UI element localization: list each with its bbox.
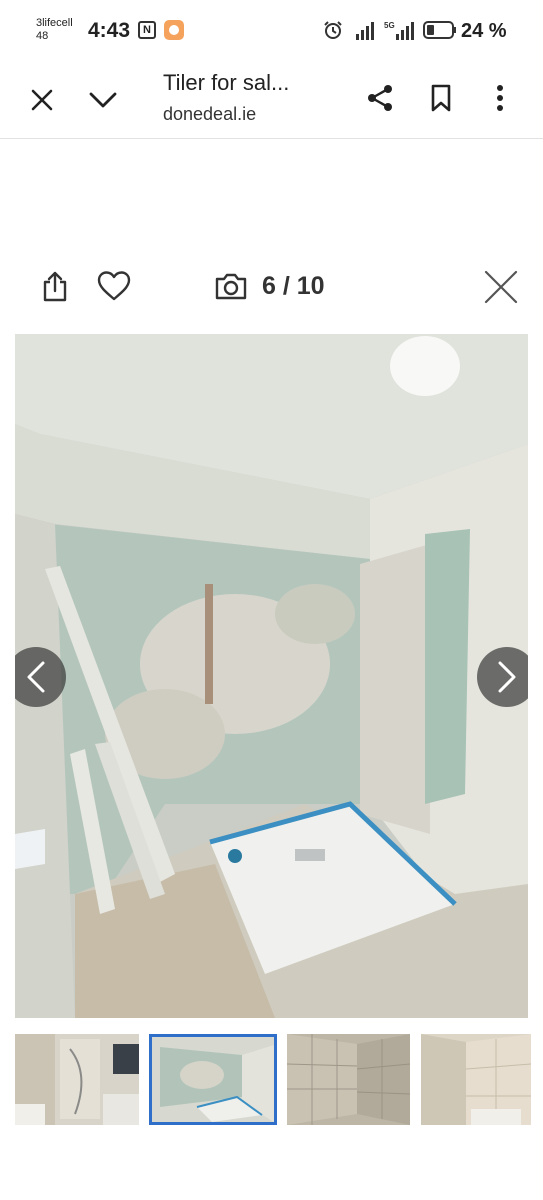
thumbnail-1[interactable] [15, 1034, 139, 1125]
carrier-sub: 48 [36, 30, 49, 42]
thumbnail-4[interactable] [421, 1034, 531, 1125]
page-title: Tiler for sal... [163, 70, 290, 95]
close-x-icon [484, 270, 518, 304]
status-bar: 3lifecell 48 4:43 N 5G 24 % [0, 0, 543, 60]
share-icon [368, 85, 392, 111]
thumbnail-3[interactable] [287, 1034, 410, 1125]
chevron-down-icon [89, 92, 117, 108]
chevron-left-icon [27, 661, 45, 693]
favourite-button[interactable] [95, 268, 133, 304]
page-domain: donedeal.ie [163, 104, 257, 124]
collapse-button[interactable] [86, 84, 120, 116]
share-button[interactable] [362, 80, 398, 116]
thumbnail-image [287, 1034, 410, 1125]
export-button[interactable] [38, 268, 72, 304]
alarm-icon [324, 21, 342, 39]
thumbnail-image [152, 1037, 274, 1122]
signal-icon [356, 22, 374, 40]
heart-icon [97, 271, 131, 301]
thumbnail-2[interactable] [149, 1034, 277, 1125]
camera-icon [215, 273, 247, 300]
battery-percent: 24 % [461, 20, 507, 42]
app-notification-icon [164, 20, 184, 40]
status-time: 4:43 [88, 19, 131, 42]
thumbnail-image [15, 1034, 139, 1125]
bathroom-photo [15, 334, 528, 1018]
carrier-name: 3lifecell [36, 17, 73, 29]
more-options-button[interactable] [486, 80, 514, 116]
signal-5g-icon: 5G [384, 21, 414, 40]
bookmark-button[interactable] [424, 80, 458, 116]
close-gallery-button[interactable] [482, 268, 520, 306]
previous-image-button[interactable] [15, 647, 66, 707]
nfc-icon: N [138, 21, 156, 39]
close-button[interactable] [26, 84, 58, 116]
main-photo[interactable] [15, 334, 528, 1018]
chevron-right-icon [498, 661, 516, 693]
bookmark-icon [431, 84, 451, 112]
image-counter: 6 / 10 [262, 272, 325, 300]
battery-icon [423, 21, 456, 39]
close-icon [31, 89, 53, 111]
thumbnail-image [421, 1034, 531, 1125]
export-icon [43, 271, 67, 302]
carrier-info: 3lifecell 48 [36, 17, 73, 43]
network-label: 5G [384, 21, 395, 30]
more-vert-icon [497, 85, 503, 111]
next-image-button[interactable] [477, 647, 528, 707]
